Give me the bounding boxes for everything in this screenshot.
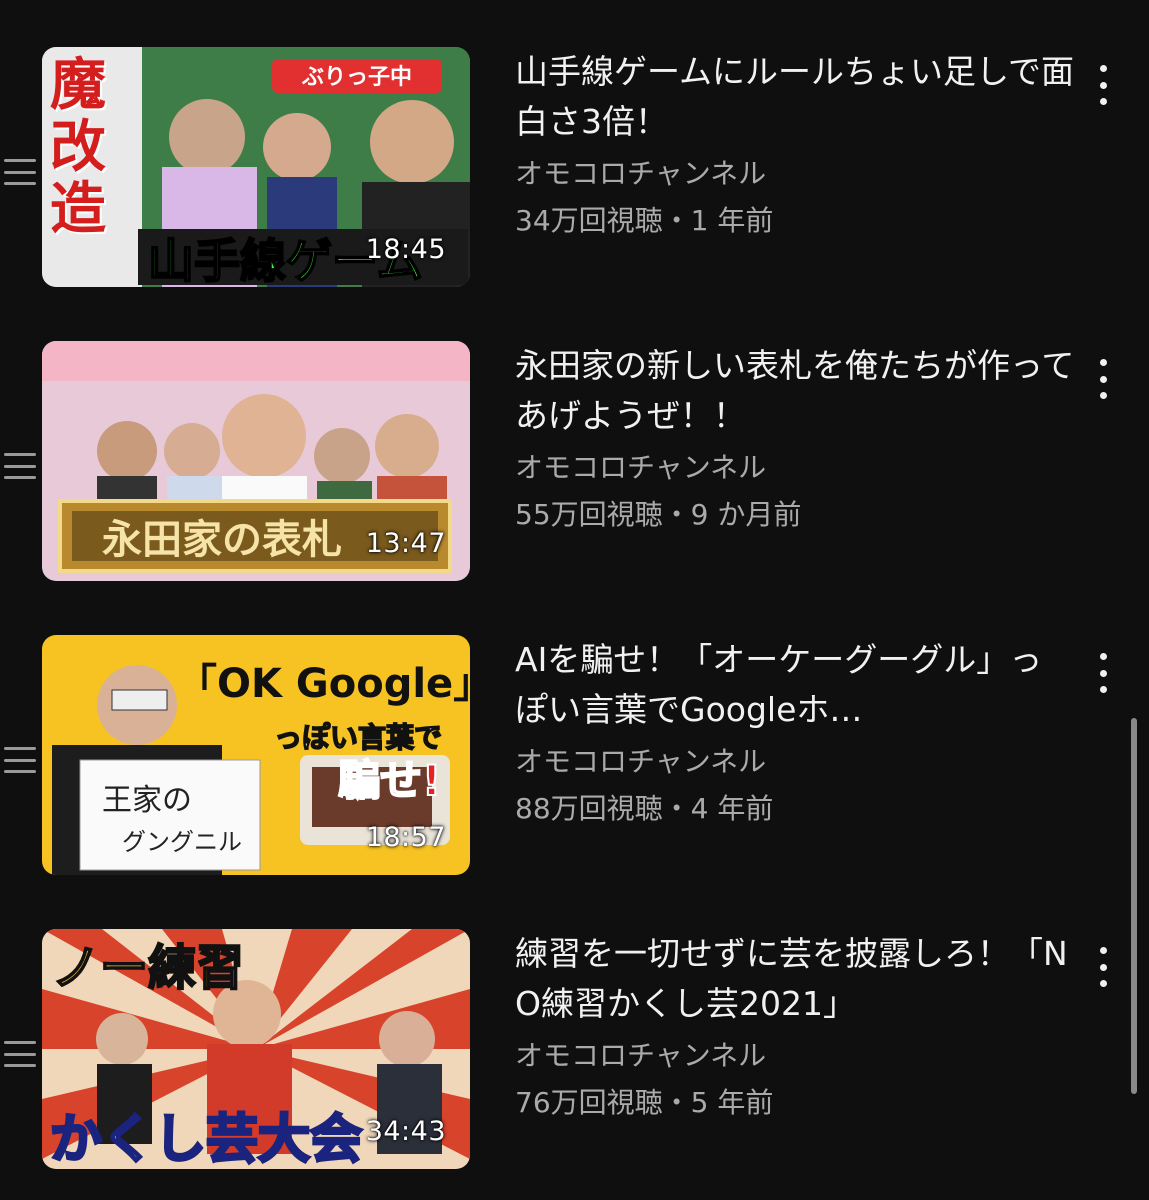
video-item[interactable]: 永田家の表札 13:47 永田家の新しい表札を俺たちが作ってあげようぜ！！ オモ… — [0, 341, 1149, 601]
thumbnail-big-text: 永田家の表札 — [102, 517, 342, 563]
whiteboard-line-2: グングニル — [122, 828, 242, 856]
more-vert-icon[interactable] — [1093, 947, 1113, 987]
video-title[interactable]: 山手線ゲームにルールちょい足しで面白さ3倍！ — [515, 47, 1075, 147]
video-title[interactable]: 練習を一切せずに芸を披露しろ！「NO練習かくし芸2021」 — [515, 929, 1075, 1029]
channel-name[interactable]: オモコロチャンネル — [515, 741, 1075, 783]
video-item[interactable]: ノー練習 かくし芸大会 34:43 練習を一切せずに芸を披露しろ！「NO練習かく… — [0, 929, 1149, 1189]
channel-name[interactable]: オモコロチャンネル — [515, 153, 1075, 195]
more-vert-icon[interactable] — [1093, 65, 1113, 105]
thumbnail-top-text: ノー練習 — [52, 940, 244, 996]
thumbnail-side-text: 魔改造 — [50, 53, 106, 242]
video-info: 永田家の新しい表札を俺たちが作ってあげようぜ！！ オモコロチャンネル 55万回視… — [515, 341, 1075, 541]
video-thumbnail[interactable]: ぶりっ子中 山手線ゲーム 魔改造 18:45 — [42, 47, 470, 287]
video-meta: 55万回視聴・9 か月前 — [515, 498, 802, 531]
thumbnail-sub-text: っぽい言葉で — [274, 721, 442, 754]
video-info: 練習を一切せずに芸を披露しろ！「NO練習かくし芸2021」 オモコロチャンネル … — [515, 929, 1075, 1129]
duration-badge: 18:57 — [365, 822, 446, 853]
scrollbar[interactable] — [1131, 718, 1137, 1094]
more-vert-icon[interactable] — [1093, 359, 1113, 399]
thumbnail-tag-text: ぶりっ子中 — [301, 65, 412, 90]
video-title[interactable]: AIを騙せ！「オーケーグーグル」っぽい言葉でGoogleホ… — [515, 635, 1075, 735]
video-info: AIを騙せ！「オーケーグーグル」っぽい言葉でGoogleホ… オモコロチャンネル… — [515, 635, 1075, 835]
video-thumbnail[interactable]: ノー練習 かくし芸大会 34:43 — [42, 929, 470, 1169]
duration-badge: 13:47 — [365, 528, 446, 559]
duration-badge: 34:43 — [365, 1116, 446, 1147]
whiteboard-line-1: 王家の — [102, 783, 192, 818]
video-item[interactable]: 王家の グングニル 「OK Google」 っぽい言葉で 騙せ! 18:57 A… — [0, 635, 1149, 895]
video-meta: 88万回視聴・4 年前 — [515, 792, 774, 825]
thumbnail-big-text: かくし芸大会 — [50, 1110, 362, 1169]
drag-handle-icon[interactable] — [4, 1041, 36, 1067]
video-thumbnail[interactable]: 永田家の表札 13:47 — [42, 341, 470, 581]
drag-handle-icon[interactable] — [4, 747, 36, 773]
drag-handle-icon[interactable] — [4, 159, 36, 185]
drag-handle-icon[interactable] — [4, 453, 36, 479]
video-title[interactable]: 永田家の新しい表札を俺たちが作ってあげようぜ！！ — [515, 341, 1075, 441]
thumbnail-big-text: 「OK Google」 — [177, 661, 470, 707]
channel-name[interactable]: オモコロチャンネル — [515, 447, 1075, 489]
more-vert-icon[interactable] — [1093, 653, 1113, 693]
duration-badge: 18:45 — [365, 234, 446, 265]
channel-name[interactable]: オモコロチャンネル — [515, 1035, 1075, 1077]
video-info: 山手線ゲームにルールちょい足しで面白さ3倍！ オモコロチャンネル 34万回視聴・… — [515, 47, 1075, 247]
video-meta: 76万回視聴・5 年前 — [515, 1086, 774, 1119]
video-thumbnail[interactable]: 王家の グングニル 「OK Google」 っぽい言葉で 騙せ! 18:57 — [42, 635, 470, 875]
video-item[interactable]: ぶりっ子中 山手線ゲーム 魔改造 18:45 山手線ゲームにルールちょい足しで面… — [0, 47, 1149, 307]
video-meta: 34万回視聴・1 年前 — [515, 204, 774, 237]
thumbnail-red-text: 騙せ! — [338, 756, 441, 805]
